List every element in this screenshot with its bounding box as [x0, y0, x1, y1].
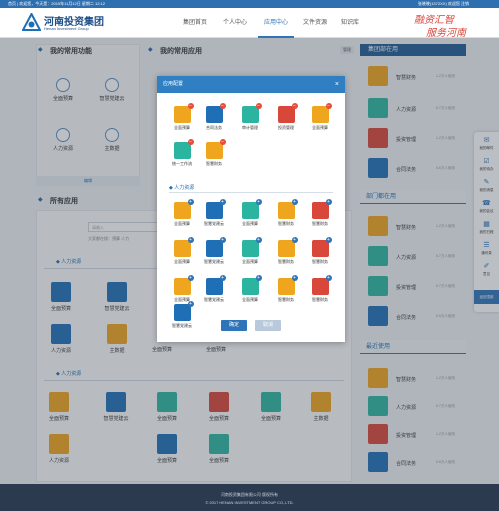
modal-app-item[interactable]: + 智慧党建云 — [201, 237, 227, 265]
modal-app-item[interactable]: + 智慧党建云 — [201, 275, 227, 303]
modal-app-item[interactable]: + 全面预算 — [169, 237, 195, 265]
modal-app-item[interactable]: − 合同法务 — [201, 103, 227, 131]
user-info[interactable]: 张晓晓(1372XX) 欢迎您 注销 — [418, 0, 469, 8]
modal-app-item[interactable]: + 智慧党建云 — [167, 301, 197, 329]
modal-app-item[interactable]: + 智慧财务 — [273, 237, 299, 265]
modal-app-item[interactable]: + 全面预算 — [237, 237, 263, 265]
modal-app-item[interactable]: + 智慧党建云 — [201, 199, 227, 227]
modal-app-item[interactable]: + 智慧财务 — [307, 275, 333, 303]
modal-app-item[interactable]: + 全面预算 — [237, 275, 263, 303]
modal-app-item[interactable]: + 智慧财务 — [307, 237, 333, 265]
logo-icon[interactable] — [21, 11, 42, 32]
modal-app-item[interactable]: − 全面预算 — [169, 103, 195, 131]
nav-personal[interactable]: 个人中心 — [218, 8, 252, 38]
nav-knowledge[interactable]: 知识库 — [336, 8, 364, 38]
divider — [169, 192, 333, 193]
modal-app-item[interactable]: + 智慧财务 — [273, 275, 299, 303]
ok-button[interactable]: 确定 — [221, 320, 247, 331]
modal-app-item[interactable]: + 全面预算 — [169, 275, 195, 303]
top-bar: 首页 | 欢迎您，今天是：2019年11月12日 星期二 12:12 张晓晓(1… — [0, 0, 499, 8]
nav-home[interactable]: 集团首页 — [176, 8, 214, 38]
footer-copyright-en: © 2017 HENAN INVESTMENT GROUP CO.,LTD. — [205, 500, 294, 505]
nav-app-center[interactable]: 应用中心 — [258, 8, 294, 38]
modal-app-item[interactable]: − 统一工作流 — [169, 139, 195, 167]
modal-section-title: ◆ 人力资源 — [169, 185, 195, 191]
modal-app-item[interactable]: − 投资管理 — [273, 103, 299, 131]
modal-app-item[interactable]: − 全面预算 — [307, 103, 333, 131]
modal-app-item[interactable]: + 全面预算 — [237, 199, 263, 227]
slogan-2: 服务河南 — [426, 28, 466, 39]
modal-app-item[interactable]: + 全面预算 — [169, 199, 195, 227]
footer-copyright: 河南投资集团有限公司 版权所有 — [220, 492, 279, 497]
modal-app-item[interactable]: − 审计管理 — [237, 103, 263, 131]
modal-app-item[interactable]: − 智慧财务 — [201, 139, 227, 167]
brand-name-en: Henan Investment Group — [44, 26, 89, 31]
modal-app-item[interactable]: + 智慧财务 — [307, 199, 333, 227]
nav-files[interactable]: 文件资源 — [298, 8, 332, 38]
modal-app-item[interactable]: + 智慧财务 — [273, 199, 299, 227]
footer: 河南投资集团有限公司 版权所有 © 2017 HENAN INVESTMENT … — [0, 484, 499, 511]
cancel-button[interactable]: 取消 — [255, 320, 281, 331]
close-icon[interactable]: × — [335, 76, 339, 93]
date-text: 首页 | 欢迎您，今天是：2019年11月12日 星期二 12:12 — [8, 1, 105, 6]
app-config-modal: 应用配置 × − 全面预算 − 合同法务 − 审计管理 − 投资管理 − 全面预算 − 统一… — [157, 76, 345, 342]
modal-title: 应用配置 × — [157, 76, 345, 93]
